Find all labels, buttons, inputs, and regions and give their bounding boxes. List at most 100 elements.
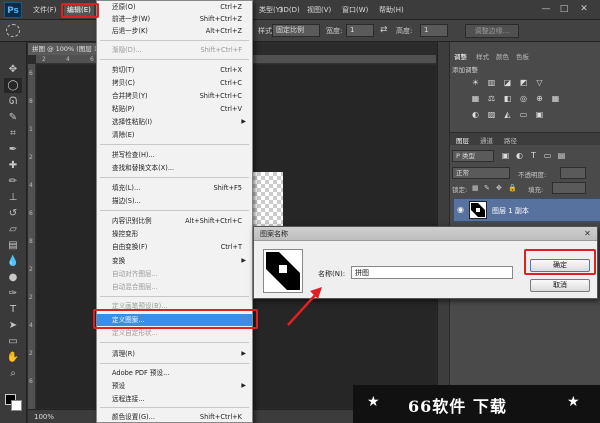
lock-all-icon[interactable]: 🔒 [508, 184, 517, 192]
tab-swatches[interactable]: 色板 [516, 51, 529, 61]
clone-stamp-tool-icon[interactable]: ⊥ [4, 190, 22, 205]
menu-item-content-aware-scale[interactable]: 内容识别比例 Alt+Shift+Ctrl+C [97, 215, 252, 227]
tab-paths[interactable]: 路径 [504, 135, 517, 145]
eraser-tool-icon[interactable]: ▱ [4, 222, 22, 237]
width-input[interactable]: 1 [346, 24, 374, 37]
layer-row[interactable]: ◉ 图层 1 副本 [453, 198, 600, 222]
vibrance-icon[interactable]: ▽ [534, 78, 545, 88]
cancel-button[interactable]: 取消 [530, 279, 590, 292]
curves-icon[interactable]: ◪ [502, 78, 513, 88]
gradient-map-icon[interactable]: ▭ [518, 110, 529, 120]
filter-type-icon[interactable]: T [528, 151, 539, 161]
filter-pixel-icon[interactable]: ▣ [500, 151, 511, 161]
menu-item-clear[interactable]: 清除(E) [97, 129, 252, 141]
background-color-swatch[interactable] [11, 400, 22, 411]
menu-item-pdf-presets[interactable]: Adobe PDF 预设... [97, 367, 252, 379]
fill-input[interactable] [552, 182, 586, 194]
menu-item-paste-special[interactable]: 选择性粘贴(I) ▶ [97, 116, 252, 128]
menu-window[interactable]: 窗口(W) [339, 4, 371, 16]
menu-item-find-replace[interactable]: 查找和替换文本(X)... [97, 162, 252, 174]
blend-mode-select[interactable]: 正常 [452, 167, 510, 179]
tab-adjustments[interactable]: 调整 [454, 51, 467, 61]
color-lookup-icon[interactable]: ▦ [550, 94, 561, 104]
tab-color[interactable]: 颜色 [496, 51, 509, 61]
menu-item-step-backward[interactable]: 后退一步(K) Alt+Ctrl+Z [97, 25, 252, 37]
menu-3d[interactable]: 3D(D) [276, 4, 303, 16]
dialog-titlebar[interactable]: 图案名称 ✕ [254, 227, 597, 241]
photo-filter-icon[interactable]: ◎ [518, 94, 529, 104]
tab-channels[interactable]: 通道 [480, 135, 493, 145]
lasso-tool-icon[interactable]: ᘏ [4, 94, 22, 109]
posterize-icon[interactable]: ▨ [486, 110, 497, 120]
type-tool-icon[interactable]: T [4, 302, 22, 317]
zoom-tool-icon[interactable]: ⌕ [4, 366, 22, 381]
blur-tool-icon[interactable]: 💧 [4, 254, 22, 269]
color-balance-icon[interactable]: ⚖ [486, 94, 497, 104]
layer-kind-filter[interactable]: P 类型 [452, 150, 494, 162]
menu-view[interactable]: 视图(V) [304, 4, 334, 16]
exposure-icon[interactable]: ◩ [518, 78, 529, 88]
black-white-icon[interactable]: ◧ [502, 94, 513, 104]
menu-item-fill[interactable]: 填充(L)... Shift+F5 [97, 182, 252, 194]
layer-name[interactable]: 图层 1 副本 [492, 206, 529, 216]
menu-item-spell-check[interactable]: 拼写检查(H)... [97, 149, 252, 161]
menu-item-copy-merged[interactable]: 合并拷贝(Y) Shift+Ctrl+C [97, 90, 252, 102]
shape-tool-icon[interactable]: ▭ [4, 334, 22, 349]
invert-icon[interactable]: ◐ [470, 110, 481, 120]
pen-tool-icon[interactable]: ✑ [4, 286, 22, 301]
menu-item-free-transform[interactable]: 自由变换(F) Ctrl+T [97, 241, 252, 253]
document-tab[interactable]: 拼图 @ 100% (图层 1 副本, RGB/8) [28, 43, 100, 55]
close-icon[interactable]: ✕ [578, 3, 590, 15]
levels-icon[interactable]: ▥ [486, 78, 497, 88]
menu-item-color-settings[interactable]: 颜色设置(G)... Shift+Ctrl+K [97, 411, 252, 423]
quick-select-tool-icon[interactable]: ✎ [4, 110, 22, 125]
height-input[interactable]: 1 [420, 24, 448, 37]
menu-item-undo[interactable]: 还原(O) Ctrl+Z [97, 1, 252, 13]
elliptical-marquee-icon[interactable] [6, 24, 20, 37]
brush-tool-icon[interactable]: ✏ [4, 174, 22, 189]
close-icon[interactable]: ✕ [582, 228, 593, 239]
filter-shape-icon[interactable]: ▭ [542, 151, 553, 161]
lock-move-icon[interactable]: ✥ [496, 184, 502, 192]
filter-adjust-icon[interactable]: ◐ [514, 151, 525, 161]
channel-mixer-icon[interactable]: ⊕ [534, 94, 545, 104]
minimize-icon[interactable]: — [540, 3, 552, 15]
selective-color-icon[interactable]: ▣ [534, 110, 545, 120]
healing-brush-tool-icon[interactable]: ✚ [4, 158, 22, 173]
hand-tool-icon[interactable]: ✋ [4, 350, 22, 365]
menu-item-transform[interactable]: 变换 ▶ [97, 255, 252, 267]
gradient-tool-icon[interactable]: ▤ [4, 238, 22, 253]
eye-icon[interactable]: ◉ [457, 205, 464, 214]
menu-help[interactable]: 帮助(H) [376, 4, 407, 16]
path-select-tool-icon[interactable]: ➤ [4, 318, 22, 333]
menu-item-stroke[interactable]: 描边(S)... [97, 195, 252, 207]
zoom-level[interactable]: 100% [34, 413, 54, 421]
dodge-tool-icon[interactable]: ● [4, 270, 22, 285]
threshold-icon[interactable]: ◭ [502, 110, 513, 120]
history-brush-tool-icon[interactable]: ↺ [4, 206, 22, 221]
move-tool-icon[interactable]: ✥ [4, 62, 22, 77]
menu-item-step-forward[interactable]: 前进一步(W) Shift+Ctrl+Z [97, 13, 252, 25]
menu-item-remote-connections[interactable]: 远程连接... [97, 393, 252, 405]
style-select[interactable]: 固定比例 [272, 24, 320, 37]
lock-paint-icon[interactable]: ✎ [484, 184, 490, 192]
brightness-icon[interactable]: ☀ [470, 78, 481, 88]
filter-smart-icon[interactable]: ▤ [556, 151, 567, 161]
swap-icon[interactable]: ⇄ [380, 25, 388, 35]
menu-item-cut[interactable]: 剪切(T) Ctrl+X [97, 64, 252, 76]
eyedropper-tool-icon[interactable]: ✒ [4, 142, 22, 157]
maximize-icon[interactable]: □ [558, 3, 570, 15]
refine-edge-button[interactable]: 调整边缘... [465, 24, 519, 38]
opacity-input[interactable] [560, 167, 586, 179]
tab-layers[interactable]: 图层 [456, 135, 469, 145]
menu-file[interactable]: 文件(F) [30, 4, 60, 16]
menu-item-presets[interactable]: 预设 ▶ [97, 380, 252, 392]
marquee-tool-icon[interactable]: ◯ [4, 78, 22, 93]
menu-item-purge[interactable]: 清理(R) ▶ [97, 348, 252, 360]
menu-item-paste[interactable]: 粘贴(P) Ctrl+V [97, 103, 252, 115]
tab-styles[interactable]: 样式 [476, 51, 489, 61]
crop-tool-icon[interactable]: ⌗ [4, 126, 22, 141]
lock-transparent-icon[interactable]: ▦ [472, 184, 479, 192]
pattern-name-input[interactable] [351, 266, 513, 279]
hue-saturation-icon[interactable]: ▦ [470, 94, 481, 104]
